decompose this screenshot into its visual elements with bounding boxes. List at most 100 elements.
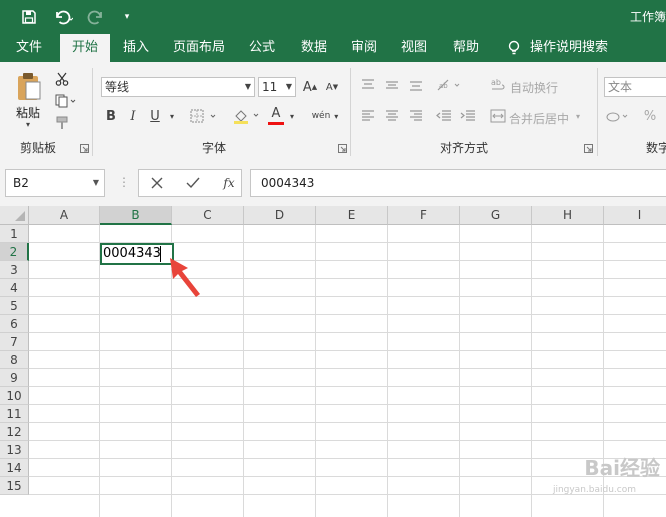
formula-input[interactable]: 0004343 xyxy=(250,169,666,197)
cut-icon[interactable] xyxy=(52,70,72,88)
font-launcher-icon[interactable] xyxy=(338,144,347,153)
column-header-i[interactable]: I xyxy=(604,206,666,225)
tab-file[interactable]: 文件 xyxy=(6,34,52,62)
row-header-13[interactable]: 13 xyxy=(0,441,29,459)
spreadsheet-grid[interactable]: A B C D E F G H I 1 2 3 4 5 6 7 8 9 10 11 12 13 14 15 xyxy=(0,206,666,517)
align-left-icon[interactable] xyxy=(358,107,378,125)
name-box[interactable]: B2 ▼ xyxy=(5,169,105,197)
align-right-icon[interactable] xyxy=(406,107,426,125)
decrease-font-icon[interactable]: A ▼ xyxy=(322,77,342,97)
undo-icon[interactable] xyxy=(50,6,76,28)
format-painter-icon[interactable] xyxy=(52,114,72,132)
tab-insert[interactable]: 插入 xyxy=(114,34,158,62)
row-header-8[interactable]: 8 xyxy=(0,351,29,369)
grid-line xyxy=(99,225,100,517)
paste-label[interactable]: 粘贴 xyxy=(16,104,40,121)
tell-me-search[interactable]: 操作说明搜索 xyxy=(528,34,610,62)
tab-formulas[interactable]: 公式 xyxy=(240,34,284,62)
paste-icon[interactable] xyxy=(14,70,44,102)
merge-center-label[interactable]: 合并后居中 xyxy=(509,110,569,127)
row-header-15[interactable]: 15 xyxy=(0,477,29,495)
column-header-a[interactable]: A xyxy=(29,206,100,225)
select-all-corner[interactable] xyxy=(0,206,29,225)
row-header-10[interactable]: 10 xyxy=(0,387,29,405)
paste-dropdown-icon[interactable]: ▾ xyxy=(26,120,30,129)
tab-page-layout[interactable]: 页面布局 xyxy=(166,34,232,62)
tab-review[interactable]: 审阅 xyxy=(342,34,386,62)
orientation-icon[interactable]: ab xyxy=(434,76,466,94)
grid-line xyxy=(29,314,666,315)
row-header-6[interactable]: 6 xyxy=(0,315,29,333)
align-middle-icon[interactable] xyxy=(382,76,402,94)
formula-buttons: fx xyxy=(138,169,242,197)
number-format-combo[interactable]: 文本 xyxy=(604,77,666,97)
cancel-icon[interactable] xyxy=(147,175,167,191)
grid-line xyxy=(29,242,666,243)
column-header-b[interactable]: B xyxy=(100,206,172,225)
alignment-launcher-icon[interactable] xyxy=(584,144,593,153)
increase-indent-icon[interactable] xyxy=(458,107,478,125)
grid-line xyxy=(29,404,666,405)
chevron-down-icon: ▼ xyxy=(92,178,99,187)
clipboard-launcher-icon[interactable] xyxy=(80,144,89,153)
row-header-12[interactable]: 12 xyxy=(0,423,29,441)
chevron-down-icon[interactable]: ▾ xyxy=(166,106,178,126)
name-box-value: B2 xyxy=(13,176,29,190)
accounting-format-icon[interactable] xyxy=(604,106,634,126)
column-header-g[interactable]: G xyxy=(460,206,532,225)
tab-view[interactable]: 视图 xyxy=(392,34,436,62)
tab-help[interactable]: 帮助 xyxy=(444,34,488,62)
insert-function-button[interactable]: fx xyxy=(219,174,239,192)
align-center-icon[interactable] xyxy=(382,107,402,125)
align-bottom-icon[interactable] xyxy=(406,76,426,94)
wrap-text-icon[interactable]: ab xyxy=(488,75,508,95)
font-color-button[interactable]: A xyxy=(268,105,284,121)
number-group-label: 数字 xyxy=(646,141,666,155)
phonetic-guide-icon[interactable]: wén ▾ xyxy=(308,106,342,126)
column-header-f[interactable]: F xyxy=(388,206,460,225)
borders-icon[interactable] xyxy=(188,106,222,126)
column-header-c[interactable]: C xyxy=(172,206,244,225)
chevron-down-icon[interactable]: ▾ xyxy=(576,112,580,121)
row-header-2[interactable]: 2 xyxy=(0,243,29,261)
grid-line xyxy=(29,422,666,423)
row-header-11[interactable]: 11 xyxy=(0,405,29,423)
row-header-5[interactable]: 5 xyxy=(0,297,29,315)
tab-home[interactable]: 开始 xyxy=(60,34,110,62)
grid-line xyxy=(29,458,666,459)
row-header-3[interactable]: 3 xyxy=(0,261,29,279)
column-header-d[interactable]: D xyxy=(244,206,316,225)
row-header-1[interactable]: 1 xyxy=(0,225,29,243)
grid-line xyxy=(603,225,604,517)
row-header-7[interactable]: 7 xyxy=(0,333,29,351)
chevron-down-icon[interactable]: ▾ xyxy=(286,106,298,126)
fill-color-icon[interactable] xyxy=(232,106,264,126)
italic-button[interactable]: I xyxy=(124,106,142,126)
formula-bar: B2 ▼ ⋮ fx 0004343 xyxy=(0,160,666,206)
row-header-14[interactable]: 14 xyxy=(0,459,29,477)
align-top-icon[interactable] xyxy=(358,76,378,94)
lightbulb-icon xyxy=(504,34,524,62)
column-header-e[interactable]: E xyxy=(316,206,388,225)
wrap-text-label[interactable]: 自动换行 xyxy=(510,79,558,96)
percent-icon[interactable]: % xyxy=(640,106,660,126)
row-header-4[interactable]: 4 xyxy=(0,279,29,297)
underline-button[interactable]: U xyxy=(146,106,164,126)
customize-toolbar-icon[interactable]: ▾ xyxy=(120,6,134,28)
font-size-combo[interactable]: 11 ▼ xyxy=(258,77,296,97)
tab-data[interactable]: 数据 xyxy=(292,34,336,62)
decrease-indent-icon[interactable] xyxy=(434,107,454,125)
enter-check-icon[interactable] xyxy=(183,175,203,191)
column-header-h[interactable]: H xyxy=(532,206,604,225)
redo-icon[interactable] xyxy=(84,6,110,28)
font-color-swatch xyxy=(268,122,284,125)
separator xyxy=(597,68,598,156)
merge-center-icon[interactable] xyxy=(488,106,508,126)
save-icon[interactable] xyxy=(18,6,40,28)
bold-button[interactable]: B xyxy=(102,106,120,126)
number-format-value: 文本 xyxy=(608,80,633,94)
font-name-combo[interactable]: 等线 ▼ xyxy=(101,77,255,97)
row-header-9[interactable]: 9 xyxy=(0,369,29,387)
copy-icon[interactable] xyxy=(52,92,80,110)
increase-font-icon[interactable]: A ▲ xyxy=(300,77,320,97)
